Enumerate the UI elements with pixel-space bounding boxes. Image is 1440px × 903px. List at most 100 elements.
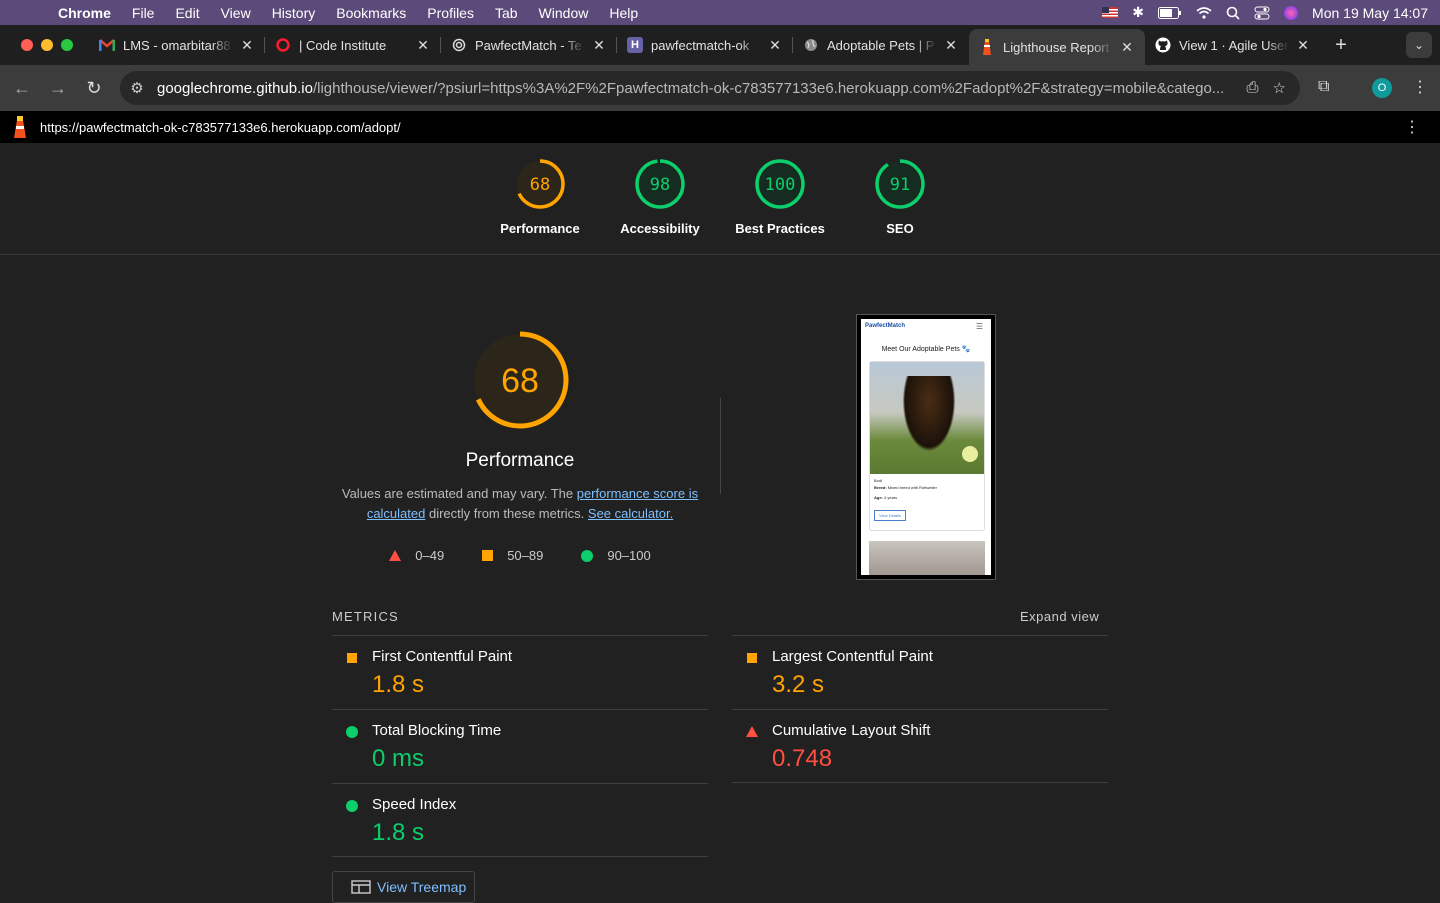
see-calculator-link[interactable]: See calculator. <box>588 506 673 521</box>
spotlight-search-icon[interactable] <box>1226 6 1240 20</box>
site-settings-icon[interactable]: ⚙ <box>120 79 154 97</box>
tab-github[interactable]: View 1 · Agile User ✕ <box>1145 25 1321 65</box>
new-tab-button[interactable]: + <box>1327 34 1355 57</box>
legend-average: 50–89 <box>482 548 543 563</box>
tab-search-button[interactable]: ⌄ <box>1406 32 1432 58</box>
metrics-heading: METRICS <box>332 609 399 624</box>
metric-total-blocking-time: Total Blocking Time 0 ms <box>332 709 708 783</box>
menu-window[interactable]: Window <box>539 5 589 21</box>
control-center-icon[interactable] <box>1254 6 1270 20</box>
url-domain: googlechrome.github.io <box>157 79 313 97</box>
tab-heroku[interactable]: H pawfectmatch-ok ✕ <box>617 25 793 65</box>
view-details-button: View Details <box>874 510 906 521</box>
zoom-window-button[interactable] <box>61 39 73 51</box>
close-tab-icon[interactable]: ✕ <box>943 37 959 54</box>
average-square-icon <box>347 653 357 663</box>
us-flag-icon[interactable] <box>1102 7 1119 18</box>
view-treemap-button[interactable]: View Treemap <box>332 871 475 903</box>
close-tab-icon[interactable]: ✕ <box>767 37 783 54</box>
metric-value: 1.8 s <box>372 819 425 846</box>
metric-largest-contentful-paint: Largest Contentful Paint 3.2 s <box>732 635 1108 709</box>
back-button[interactable]: ← <box>4 78 40 99</box>
performance-title: Performance <box>465 450 575 471</box>
preview-pet-card: Bodi Breed: Mixed breed with Rottweiler … <box>869 361 985 531</box>
reload-button[interactable]: ↻ <box>76 78 112 99</box>
minimize-window-button[interactable] <box>41 39 53 51</box>
score-legend: 0–49 50–89 90–100 <box>332 548 708 563</box>
profile-avatar[interactable]: O <box>1372 78 1392 98</box>
ball-shape <box>962 446 978 462</box>
close-tab-icon[interactable]: ✕ <box>1295 37 1311 54</box>
pass-circle-icon <box>346 800 358 812</box>
tab-code-institute[interactable]: | Code Institute ✕ <box>265 25 441 65</box>
heroku-icon: H <box>627 37 643 53</box>
final-screenshot-thumbnail[interactable]: PawfectMatch ☰ Meet Our Adoptable Pets 🐾… <box>856 314 996 580</box>
metric-name: Largest Contentful Paint <box>772 648 933 665</box>
clock[interactable]: Mon 19 May 14:07 <box>1312 5 1428 21</box>
pet-age-row: Age: 4 years <box>874 494 980 501</box>
gauge-performance[interactable]: 68 Performance <box>480 143 600 254</box>
age-label: Age: <box>874 495 883 500</box>
performance-score: 68 <box>501 362 539 400</box>
url-text[interactable]: googlechrome.github.io/lighthouse/viewer… <box>154 80 1247 97</box>
legend-label: 50–89 <box>507 548 544 563</box>
performance-summary: 68 Performance Values are estimated and … <box>332 330 708 563</box>
bookmark-star-icon[interactable]: ☆ <box>1273 79 1286 97</box>
expand-view-toggle[interactable]: Expand view <box>1020 609 1099 624</box>
opera-icon <box>275 37 291 53</box>
screenshot-screen: PawfectMatch ☰ Meet Our Adoptable Pets 🐾… <box>861 319 991 575</box>
install-app-icon[interactable]: ⎙ <box>1247 79 1259 97</box>
menu-history[interactable]: History <box>272 5 316 21</box>
breed-value: Mixed breed with Rottweiler <box>887 485 937 490</box>
gauge-best-practices[interactable]: 100 Best Practices <box>720 143 840 254</box>
gauge-ring: 98 <box>635 159 685 209</box>
fail-triangle-icon <box>389 550 402 561</box>
wifi-icon[interactable] <box>1196 6 1212 19</box>
menu-app-name[interactable]: Chrome <box>58 5 111 21</box>
close-tab-icon[interactable]: ✕ <box>591 37 607 54</box>
gauge-label: Best Practices <box>735 221 825 236</box>
gauge-seo[interactable]: 91 SEO <box>840 143 960 254</box>
close-tab-icon[interactable]: ✕ <box>239 37 255 54</box>
tab-pawfectmatch-chat[interactable]: PawfectMatch - Te ✕ <box>441 25 617 65</box>
tab-lighthouse-report[interactable]: Lighthouse Report ✕ <box>969 29 1145 65</box>
metric-value: 3.2 s <box>772 671 825 698</box>
battery-icon[interactable] <box>1158 6 1182 19</box>
close-tab-icon[interactable]: ✕ <box>1119 39 1135 56</box>
browser-toolbar: ← → ↻ ⚙ googlechrome.github.io/lighthous… <box>0 65 1440 111</box>
tab-title: View 1 · Agile User <box>1179 37 1289 53</box>
age-value: 4 years <box>884 495 898 500</box>
pet-breed-row: Breed: Mixed breed with Rottweiler <box>874 484 980 491</box>
tab-lms[interactable]: LMS - omarbitar88 ✕ <box>89 25 265 65</box>
forward-button[interactable]: → <box>40 78 76 99</box>
github-icon <box>1155 37 1171 53</box>
close-window-button[interactable] <box>21 39 33 51</box>
menu-file[interactable]: File <box>132 5 155 21</box>
extensions-puzzle-icon[interactable]: ⧉ <box>1318 78 1329 96</box>
menu-view[interactable]: View <box>221 5 251 21</box>
gauge-score: 68 <box>530 175 550 195</box>
tab-strip: LMS - omarbitar88 ✕ | Code Institute ✕ P… <box>0 25 1440 65</box>
menu-profiles[interactable]: Profiles <box>427 5 474 21</box>
metric-cumulative-layout-shift: Cumulative Layout Shift 0.748 <box>732 709 1108 783</box>
menu-bookmarks[interactable]: Bookmarks <box>336 5 406 21</box>
address-bar[interactable]: ⚙ googlechrome.github.io/lighthouse/view… <box>120 71 1300 105</box>
chrome-menu-icon[interactable]: ⋮ <box>1412 77 1428 97</box>
gauge-label: SEO <box>886 221 914 236</box>
menu-tab[interactable]: Tab <box>495 5 518 21</box>
macos-menubar: Chrome File Edit View History Bookmarks … <box>0 0 1440 25</box>
tab-adoptable-pets[interactable]: Adoptable Pets | P ✕ <box>793 25 969 65</box>
menu-edit[interactable]: Edit <box>175 5 199 21</box>
metric-first-contentful-paint: First Contentful Paint 1.8 s <box>332 635 708 709</box>
report-menu-icon[interactable]: ⋮ <box>1404 117 1420 137</box>
gauge-accessibility[interactable]: 98 Accessibility <box>600 143 720 254</box>
bluetooth-icon[interactable]: ✱ <box>1132 4 1144 21</box>
apple-icon[interactable] <box>22 5 38 21</box>
siri-icon[interactable] <box>1284 5 1299 20</box>
gauge-score: 98 <box>650 175 670 195</box>
menu-help[interactable]: Help <box>609 5 638 21</box>
treemap-label: View Treemap <box>377 879 467 895</box>
report-url[interactable]: https://pawfectmatch-ok-c783577133e6.her… <box>40 120 401 135</box>
close-tab-icon[interactable]: ✕ <box>415 37 431 54</box>
metric-value: 1.8 s <box>372 671 425 698</box>
